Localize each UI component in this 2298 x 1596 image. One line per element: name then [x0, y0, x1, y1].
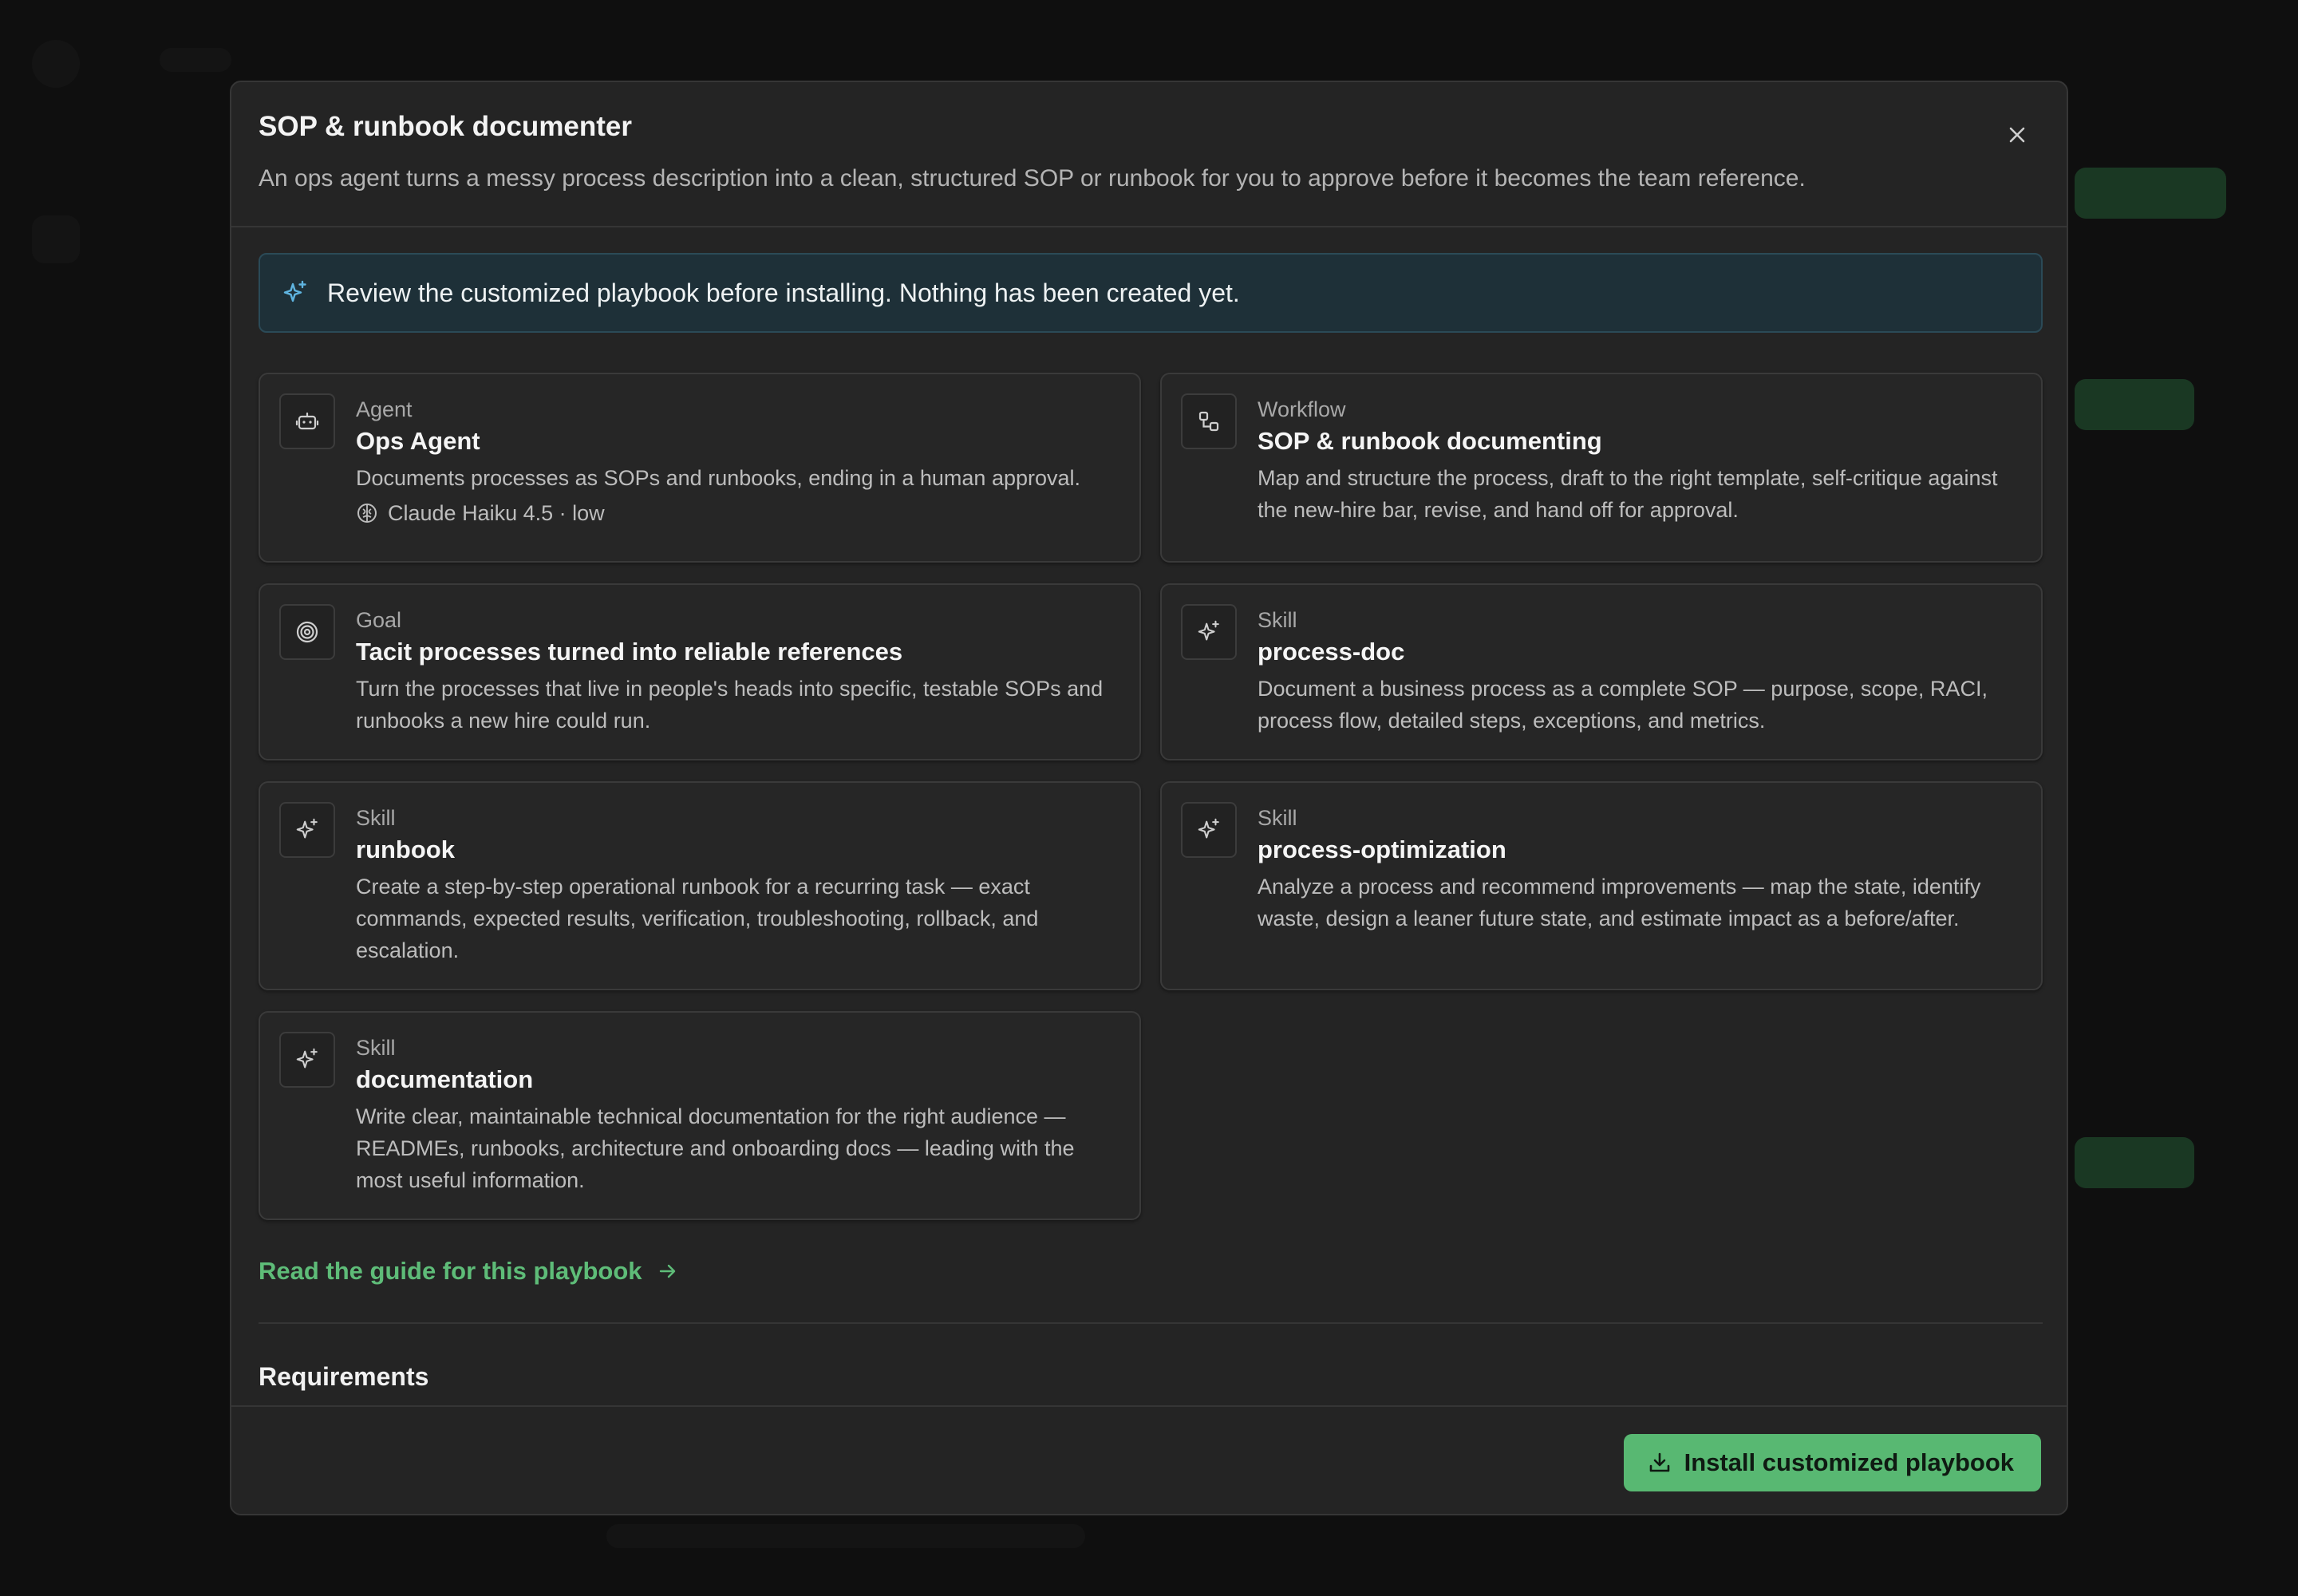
card-description: Documents processes as SOPs and runbooks…	[356, 466, 1081, 490]
dialog-header: SOP & runbook documenter An ops agent tu…	[231, 82, 2067, 227]
card-skill-documentation[interactable]: Skill documentation Write clear, maintai…	[259, 1011, 1141, 1220]
target-icon	[279, 604, 335, 660]
card-name: process-optimization	[1258, 836, 1506, 863]
dialog-subtitle: An ops agent turns a messy process descr…	[259, 165, 1806, 192]
dialog-title: SOP & runbook documenter	[259, 111, 633, 142]
card-kind: Skill	[356, 806, 396, 830]
install-button[interactable]: Install customized playbook	[1623, 1434, 2041, 1491]
card-kind: Goal	[356, 608, 402, 632]
card-name: documentation	[356, 1065, 534, 1093]
card-description: Document a business process as a complet…	[1258, 677, 1988, 733]
card-description: Write clear, maintainable technical docu…	[356, 1104, 1075, 1192]
card-kind: Agent	[356, 397, 413, 421]
card-description: Turn the processes that live in people's…	[356, 677, 1104, 733]
review-notice: Review the customized playbook before in…	[259, 253, 2043, 333]
card-kind: Skill	[356, 1036, 396, 1060]
install-button-label: Install customized playbook	[1684, 1448, 2014, 1476]
guide-link-label: Read the guide for this playbook	[259, 1257, 642, 1285]
sparkle-icon	[281, 279, 310, 307]
arrow-right-icon	[659, 1264, 675, 1278]
section-divider	[259, 1322, 2043, 1324]
brain-icon	[357, 504, 377, 523]
notice-text: Review the customized playbook before in…	[327, 278, 1240, 307]
card-goal[interactable]: Goal Tacit processes turned into reliabl…	[259, 583, 1141, 760]
robot-icon	[279, 393, 335, 449]
model-label: Claude Haiku 4.5 · low	[388, 501, 605, 525]
card-kind: Workflow	[1258, 397, 1346, 421]
card-kind: Skill	[1258, 806, 1297, 830]
dialog-footer: Install customized playbook	[231, 1405, 2067, 1514]
guide-link[interactable]: Read the guide for this playbook	[259, 1257, 679, 1286]
card-skill-process-optimization[interactable]: Skill process-optimization Analyze a pro…	[1160, 781, 2043, 990]
playbook-install-dialog: SOP & runbook documenter An ops agent tu…	[230, 81, 2068, 1515]
card-description: Map and structure the process, draft to …	[1258, 466, 1998, 522]
card-name: SOP & runbook documenting	[1258, 427, 1602, 455]
card-skill-process-doc[interactable]: Skill process-doc Document a business pr…	[1160, 583, 2043, 760]
close-icon	[2009, 127, 2025, 143]
download-icon	[1649, 1452, 1669, 1472]
requirements-heading: Requirements	[259, 1362, 429, 1391]
card-kind: Skill	[1258, 608, 1297, 632]
model-info: Claude Haiku 4.5 · low	[356, 497, 1115, 529]
card-name: runbook	[356, 836, 455, 863]
sparkle-icon	[279, 1032, 335, 1088]
card-ops-agent[interactable]: Agent Ops Agent Documents processes as S…	[259, 373, 1141, 563]
card-name: process-doc	[1258, 638, 1405, 666]
card-description: Analyze a process and recommend improvem…	[1258, 875, 1981, 930]
card-workflow[interactable]: Workflow SOP & runbook documenting Map a…	[1160, 373, 2043, 563]
sparkle-icon	[1181, 604, 1237, 660]
card-name: Ops Agent	[356, 427, 480, 455]
sparkle-icon	[1181, 802, 1237, 858]
sparkle-icon	[279, 802, 335, 858]
workflow-icon	[1181, 393, 1237, 449]
close-button[interactable]	[2000, 117, 2035, 152]
card-skill-runbook[interactable]: Skill runbook Create a step-by-step oper…	[259, 781, 1141, 990]
card-description: Create a step-by-step operational runboo…	[356, 875, 1039, 962]
card-name: Tacit processes turned into reliable ref…	[356, 638, 903, 666]
